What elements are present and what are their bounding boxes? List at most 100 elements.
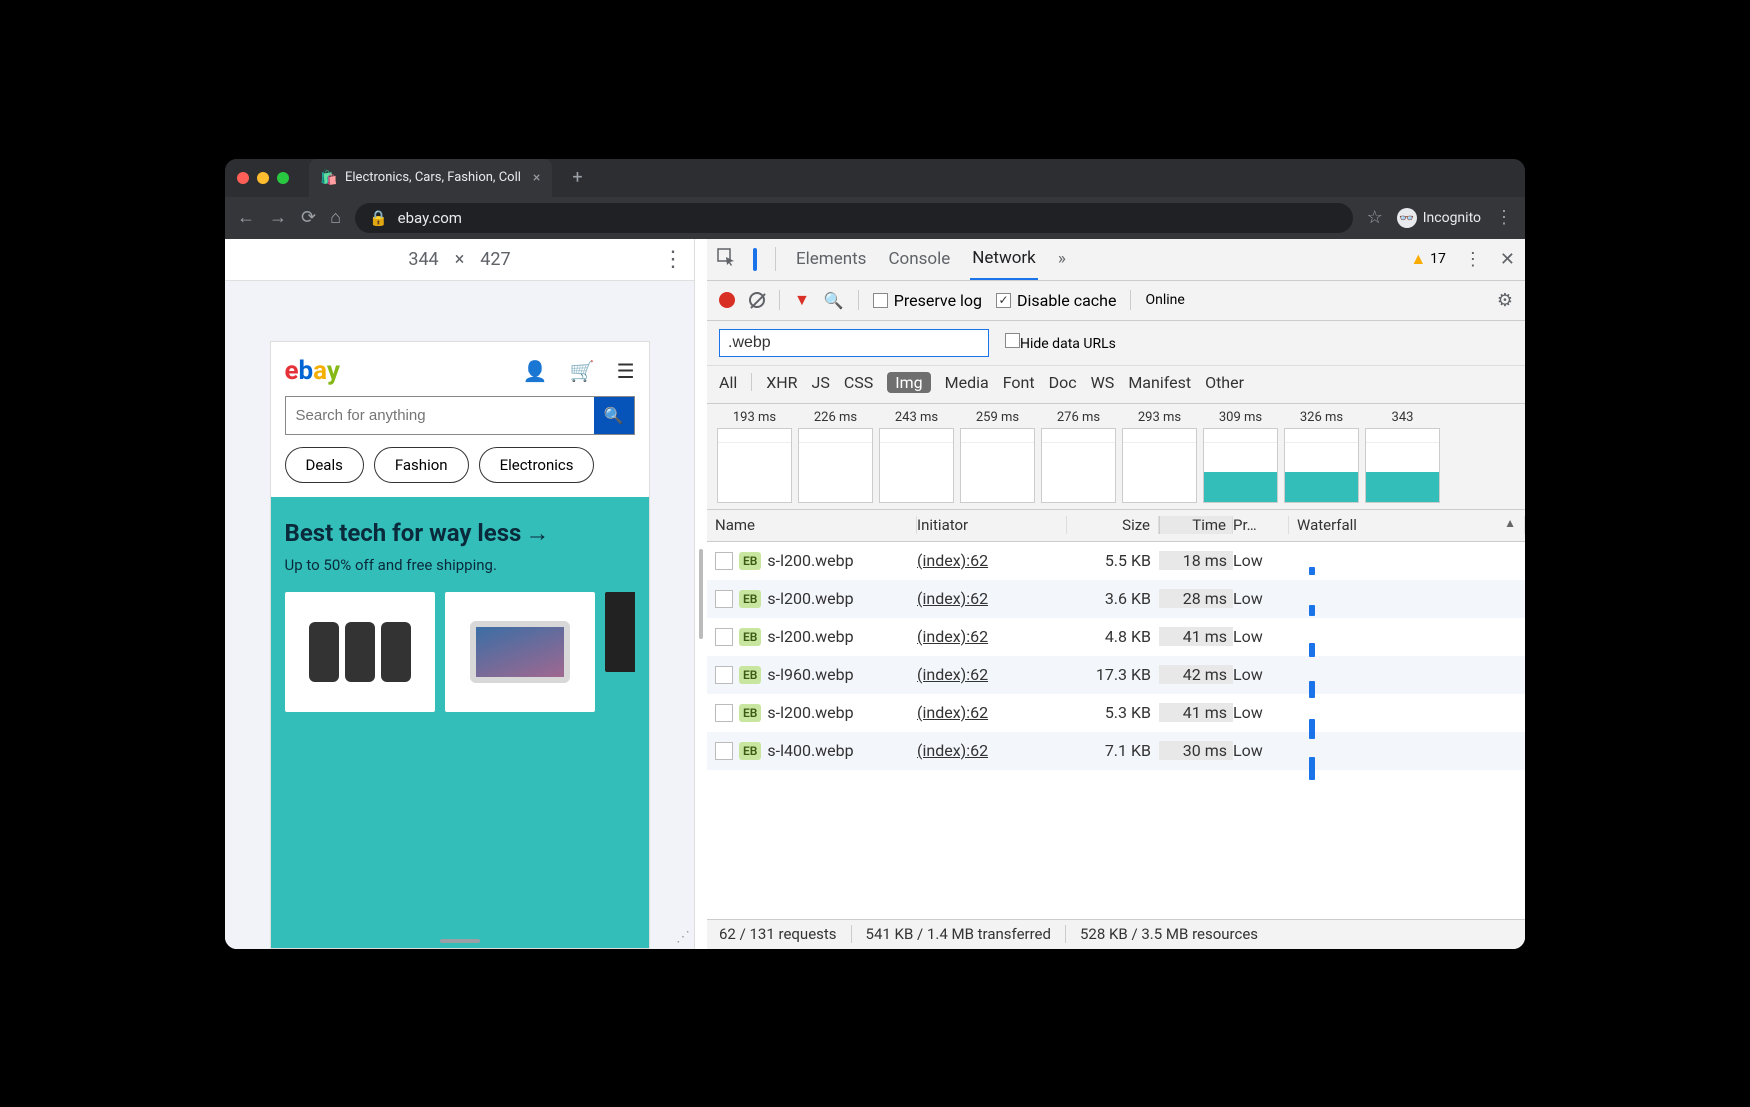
home-button[interactable]: ⌂ xyxy=(330,207,341,228)
filmstrip-frame[interactable]: 193 ms xyxy=(717,410,792,503)
browser-toolbar: ← → ⟳ ⌂ 🔒 ebay.com ☆ 👓 Incognito ⋮ xyxy=(225,197,1525,239)
header-icons: 👤 🛒 ☰ xyxy=(523,359,635,383)
initiator-link[interactable]: (index):62 xyxy=(917,703,1067,722)
network-toolbar: ▼ 🔍 Preserve log Disable cache Online ⚙ xyxy=(707,281,1525,321)
warnings-badge[interactable]: ▲ 17 xyxy=(1410,249,1446,269)
minimize-window-button[interactable] xyxy=(257,172,269,184)
browser-tab[interactable]: 🛍️ Electronics, Cars, Fashion, Coll × xyxy=(309,159,552,197)
initiator-link[interactable]: (index):62 xyxy=(917,741,1067,760)
zoom-window-button[interactable] xyxy=(277,172,289,184)
panel-splitter[interactable] xyxy=(695,239,707,949)
table-row[interactable]: EBs-l960.webp(index):6217.3 KB42 msLow xyxy=(707,656,1525,694)
size-cell: 7.1 KB xyxy=(1067,741,1159,760)
tab-elements[interactable]: Elements xyxy=(794,239,868,279)
disable-cache-checkbox[interactable] xyxy=(996,293,1011,308)
column-initiator[interactable]: Initiator xyxy=(917,516,1067,534)
new-tab-button[interactable]: + xyxy=(560,167,594,188)
table-row[interactable]: EBs-l200.webp(index):623.6 KB28 msLow xyxy=(707,580,1525,618)
resize-handle-corner[interactable]: ⋰ xyxy=(676,929,690,945)
bookmark-star-button[interactable]: ☆ xyxy=(1367,207,1383,228)
viewport-more-button[interactable]: ⋮ xyxy=(662,247,684,272)
devtools-menu-button[interactable]: ⋮ xyxy=(1464,249,1482,270)
resource-name: s-l200.webp xyxy=(767,551,853,570)
back-button[interactable]: ← xyxy=(237,207,255,228)
type-img[interactable]: Img xyxy=(887,372,930,393)
column-priority[interactable]: Pr… xyxy=(1233,516,1289,534)
clear-button[interactable] xyxy=(749,292,765,308)
promo-item-tv[interactable] xyxy=(605,592,635,672)
filmstrip-frame[interactable]: 293 ms xyxy=(1122,410,1197,503)
filmstrip-frame[interactable]: 326 ms xyxy=(1284,410,1359,503)
address-bar[interactable]: 🔒 ebay.com xyxy=(355,203,1353,233)
ebay-logo[interactable]: ebay xyxy=(285,356,341,386)
forward-button[interactable]: → xyxy=(269,207,287,228)
tab-close-button[interactable]: × xyxy=(533,170,540,186)
viewport-width[interactable]: 344 xyxy=(408,249,438,270)
type-doc[interactable]: Doc xyxy=(1049,373,1077,392)
cart-icon[interactable]: 🛒 xyxy=(570,359,595,383)
reload-button[interactable]: ⟳ xyxy=(301,207,316,228)
browser-menu-button[interactable]: ⋮ xyxy=(1495,207,1513,228)
preserve-log-checkbox[interactable] xyxy=(873,293,888,308)
type-font[interactable]: Font xyxy=(1003,373,1035,392)
pill-deals[interactable]: Deals xyxy=(285,447,364,483)
search-button[interactable]: 🔍 xyxy=(824,291,844,310)
resource-name: s-l200.webp xyxy=(767,703,853,722)
type-js[interactable]: JS xyxy=(812,373,830,392)
device-toolbar-button[interactable] xyxy=(753,250,757,269)
type-manifest[interactable]: Manifest xyxy=(1128,373,1191,392)
table-row[interactable]: EBs-l200.webp(index):624.8 KB41 msLow xyxy=(707,618,1525,656)
user-icon[interactable]: 👤 xyxy=(523,359,548,383)
close-window-button[interactable] xyxy=(237,172,249,184)
record-button[interactable] xyxy=(719,292,735,308)
column-waterfall[interactable]: Waterfall▲ xyxy=(1289,516,1525,534)
filmstrip-frame[interactable]: 276 ms xyxy=(1041,410,1116,503)
hide-data-urls-toggle[interactable]: Hide data URLs xyxy=(1005,333,1116,352)
network-settings-button[interactable]: ⚙ xyxy=(1497,290,1513,311)
type-other[interactable]: Other xyxy=(1205,373,1244,392)
type-all[interactable]: All xyxy=(719,373,737,392)
priority-cell: Low xyxy=(1233,627,1289,646)
pill-fashion[interactable]: Fashion xyxy=(374,447,469,483)
type-xhr[interactable]: XHR xyxy=(766,373,797,392)
filmstrip-frame[interactable]: 226 ms xyxy=(798,410,873,503)
promo-item-phone[interactable] xyxy=(285,592,435,712)
pill-electronics[interactable]: Electronics xyxy=(479,447,595,483)
devtools-close-button[interactable]: ✕ xyxy=(1500,249,1515,270)
initiator-link[interactable]: (index):62 xyxy=(917,589,1067,608)
hide-data-urls-checkbox[interactable] xyxy=(1005,333,1020,348)
table-row[interactable]: EBs-l400.webp(index):627.1 KB30 msLow xyxy=(707,732,1525,770)
promo-item-laptop[interactable] xyxy=(445,592,595,712)
initiator-link[interactable]: (index):62 xyxy=(917,627,1067,646)
column-time[interactable]: Time xyxy=(1159,516,1233,534)
tab-network[interactable]: Network xyxy=(970,238,1038,280)
tabs-overflow-button[interactable]: » xyxy=(1056,239,1068,279)
filter-toggle-button[interactable]: ▼ xyxy=(794,290,810,310)
table-row[interactable]: EBs-l200.webp(index):625.5 KB18 msLow xyxy=(707,542,1525,580)
type-ws[interactable]: WS xyxy=(1091,373,1115,392)
throttling-dropdown[interactable]: Online xyxy=(1145,292,1184,308)
priority-cell: Low xyxy=(1233,741,1289,760)
filmstrip-frame[interactable]: 343 xyxy=(1365,410,1440,503)
search-button[interactable]: 🔍 xyxy=(594,397,634,434)
type-css[interactable]: CSS xyxy=(844,373,873,392)
filmstrip-frame[interactable]: 259 ms xyxy=(960,410,1035,503)
preserve-log-toggle[interactable]: Preserve log xyxy=(873,291,982,310)
initiator-link[interactable]: (index):62 xyxy=(917,665,1067,684)
viewport-height[interactable]: 427 xyxy=(480,249,510,270)
table-row[interactable]: EBs-l200.webp(index):625.3 KB41 msLow xyxy=(707,694,1525,732)
column-size[interactable]: Size xyxy=(1067,516,1159,534)
resize-handle-bottom[interactable] xyxy=(440,939,480,943)
type-media[interactable]: Media xyxy=(945,373,989,392)
filter-input[interactable] xyxy=(719,329,989,357)
initiator-link[interactable]: (index):62 xyxy=(917,551,1067,570)
menu-icon[interactable]: ☰ xyxy=(617,359,635,383)
inspect-element-button[interactable] xyxy=(717,248,735,270)
filmstrip-frame[interactable]: 243 ms xyxy=(879,410,954,503)
column-name[interactable]: Name xyxy=(707,516,917,534)
disable-cache-toggle[interactable]: Disable cache xyxy=(996,291,1116,310)
promo-title[interactable]: Best tech for way less→ xyxy=(285,519,635,548)
filmstrip-frame[interactable]: 309 ms xyxy=(1203,410,1278,503)
search-input[interactable] xyxy=(286,397,594,434)
tab-console[interactable]: Console xyxy=(886,239,952,279)
